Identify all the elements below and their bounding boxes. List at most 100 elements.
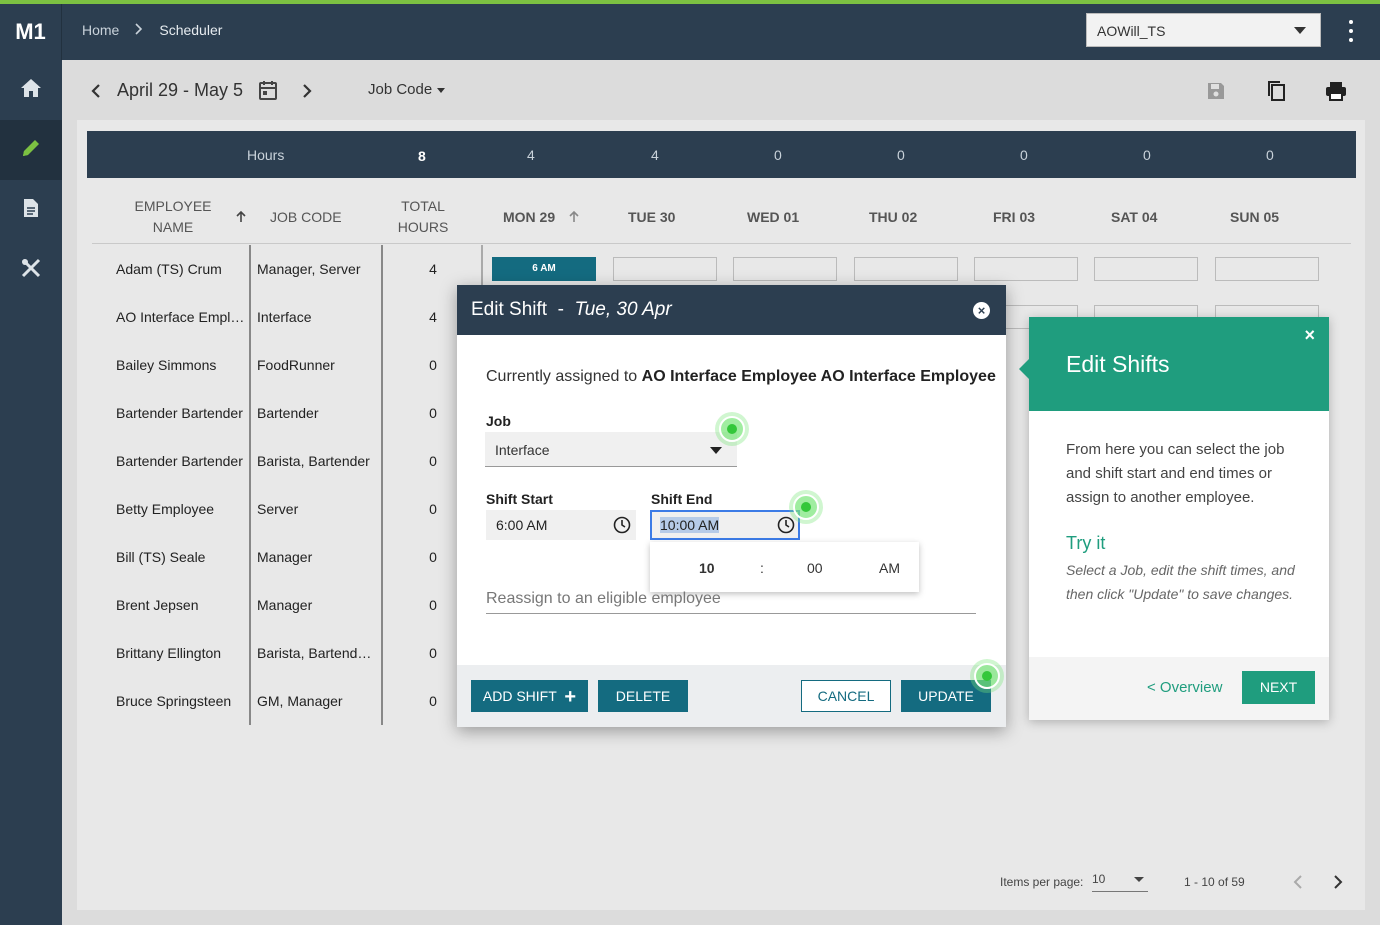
shift-cell[interactable]: [733, 257, 837, 281]
breadcrumb-home[interactable]: Home: [82, 22, 119, 38]
sort-up-icon[interactable]: [236, 210, 246, 228]
employee-name[interactable]: Brittany Ellington: [116, 645, 246, 661]
hours-summary-bar: Hours 8 4 4 0 0 0 0 0: [87, 131, 1356, 178]
more-options-icon[interactable]: [1343, 18, 1359, 44]
hours-day: 0: [774, 147, 782, 163]
app-logo[interactable]: M1: [0, 4, 62, 60]
chevron-left-icon[interactable]: [1293, 874, 1303, 895]
tour-beacon[interactable]: [715, 412, 749, 446]
hours-total: 8: [418, 148, 426, 164]
column-header-day[interactable]: THU 02: [869, 207, 917, 228]
job-select[interactable]: Interface: [485, 432, 737, 467]
column-header-total-hours[interactable]: TOTAL HOURS: [395, 196, 451, 238]
employee-name[interactable]: AO Interface Employee AO Interface Emplo…: [116, 309, 246, 325]
tour-next-button[interactable]: NEXT: [1242, 671, 1315, 704]
breadcrumb: Home Scheduler: [82, 22, 222, 38]
copy-icon[interactable]: [1266, 80, 1286, 107]
column-header-job-code[interactable]: JOB CODE: [270, 207, 342, 228]
tour-try-text: Select a Job, edit the shift times, and …: [1066, 562, 1295, 602]
shift-cell[interactable]: [854, 257, 958, 281]
dialog-footer: ADD SHIFT + DELETE CANCEL UPDATE: [457, 665, 1006, 727]
assigned-employee: AO Interface Employee AO Interface Emplo…: [641, 368, 996, 385]
breadcrumb-current: Scheduler: [159, 22, 223, 38]
employee-name[interactable]: Bruce Springsteen: [116, 693, 246, 709]
nav-tools[interactable]: [0, 240, 62, 300]
items-per-page-select[interactable]: 10: [1092, 872, 1148, 892]
hours-day: 0: [897, 147, 905, 163]
document-icon: [23, 198, 39, 223]
delete-button[interactable]: DELETE: [598, 680, 688, 712]
total-hours: 0: [429, 501, 437, 517]
tour-overview-link[interactable]: < Overview: [1147, 679, 1222, 696]
shift-end-value: 10:00 AM: [660, 517, 720, 533]
total-hours: 4: [429, 261, 437, 277]
clock-icon[interactable]: [613, 516, 631, 537]
shift-cell[interactable]: [1094, 257, 1198, 281]
employee-name[interactable]: Brent Jepsen: [116, 597, 246, 613]
group-by-dropdown[interactable]: Job Code: [368, 81, 446, 98]
employee-name[interactable]: Bailey Simmons: [116, 357, 246, 373]
nav-reports[interactable]: [0, 180, 62, 240]
caret-down-icon: [1134, 877, 1144, 882]
column-header-day[interactable]: TUE 30: [628, 207, 675, 228]
shift-cell[interactable]: [613, 257, 717, 281]
print-icon[interactable]: [1325, 80, 1347, 107]
picker-minute[interactable]: 00: [807, 560, 823, 576]
employee-name[interactable]: Betty Employee: [116, 501, 246, 517]
shift-block[interactable]: 6 AM: [492, 257, 596, 281]
tour-title: Edit Shifts: [1066, 351, 1170, 377]
chevron-left-icon[interactable]: [91, 83, 101, 104]
column-header-day[interactable]: MON 29: [503, 207, 555, 228]
tour-header: Edit Shifts ×: [1029, 317, 1329, 411]
column-header-day[interactable]: SUN 05: [1230, 207, 1279, 228]
tour-beacon[interactable]: [970, 659, 1004, 693]
close-icon[interactable]: ×: [973, 302, 990, 319]
add-shift-label: ADD SHIFT: [482, 688, 557, 704]
add-shift-button[interactable]: ADD SHIFT +: [471, 680, 588, 712]
edit-icon: [20, 137, 42, 164]
close-icon[interactable]: ×: [1304, 325, 1315, 346]
chevron-right-icon[interactable]: [302, 83, 312, 104]
shift-cell[interactable]: [974, 257, 1078, 281]
chevron-right-icon[interactable]: [1333, 874, 1343, 895]
caret-down-icon: [1294, 27, 1306, 34]
employee-name[interactable]: Bartender Bartender: [116, 453, 246, 469]
nav-scheduler[interactable]: [0, 120, 62, 180]
picker-separator: :: [760, 560, 764, 576]
tour-beacon[interactable]: [789, 490, 823, 524]
save-icon[interactable]: [1207, 82, 1225, 105]
job-code: Barista, Bartender, Server: [257, 645, 377, 661]
cancel-button[interactable]: CANCEL: [801, 680, 891, 712]
employee-name[interactable]: Bill (TS) Seale: [116, 549, 246, 565]
items-per-page-label: Items per page:: [1000, 875, 1084, 889]
job-code: Barista, Bartender: [257, 453, 370, 469]
nav-home[interactable]: [0, 60, 62, 120]
header-divider: [92, 243, 1351, 244]
employee-name[interactable]: Adam (TS) Crum: [116, 261, 246, 277]
shift-end-input[interactable]: 10:00 AM: [650, 510, 800, 540]
picker-ampm[interactable]: AM: [879, 560, 900, 576]
column-header-employee[interactable]: EMPLOYEE NAME: [133, 196, 213, 238]
hours-day: 0: [1020, 147, 1028, 163]
job-code: Manager: [257, 597, 313, 613]
job-code: Server: [257, 501, 299, 517]
home-icon: [20, 78, 42, 103]
sort-up-icon[interactable]: [569, 210, 579, 228]
edit-shift-dialog: Edit Shift - Tue, 30 Apr × Currently ass…: [457, 285, 1006, 727]
shift-end-label: Shift End: [651, 491, 713, 507]
tour-popover: Edit Shifts × From here you can select t…: [1019, 317, 1329, 720]
job-select-value: Interface: [495, 442, 550, 458]
total-hours: 0: [429, 597, 437, 613]
reassign-input[interactable]: Reassign to an eligible employee: [486, 590, 976, 614]
picker-hour[interactable]: 10: [699, 560, 715, 576]
shift-start-input[interactable]: 6:00 AM: [486, 510, 636, 540]
shift-cell[interactable]: [1215, 257, 1319, 281]
employee-name[interactable]: Bartender Bartender: [116, 405, 246, 421]
column-header-day[interactable]: SAT 04: [1111, 207, 1157, 228]
calendar-icon[interactable]: [258, 80, 278, 106]
column-header-day[interactable]: FRI 03: [993, 207, 1035, 228]
clock-icon[interactable]: [777, 516, 795, 537]
store-select[interactable]: AOWill_TS: [1086, 13, 1321, 47]
column-header-day[interactable]: WED 01: [747, 207, 799, 228]
job-code: GM, Manager: [257, 693, 343, 709]
